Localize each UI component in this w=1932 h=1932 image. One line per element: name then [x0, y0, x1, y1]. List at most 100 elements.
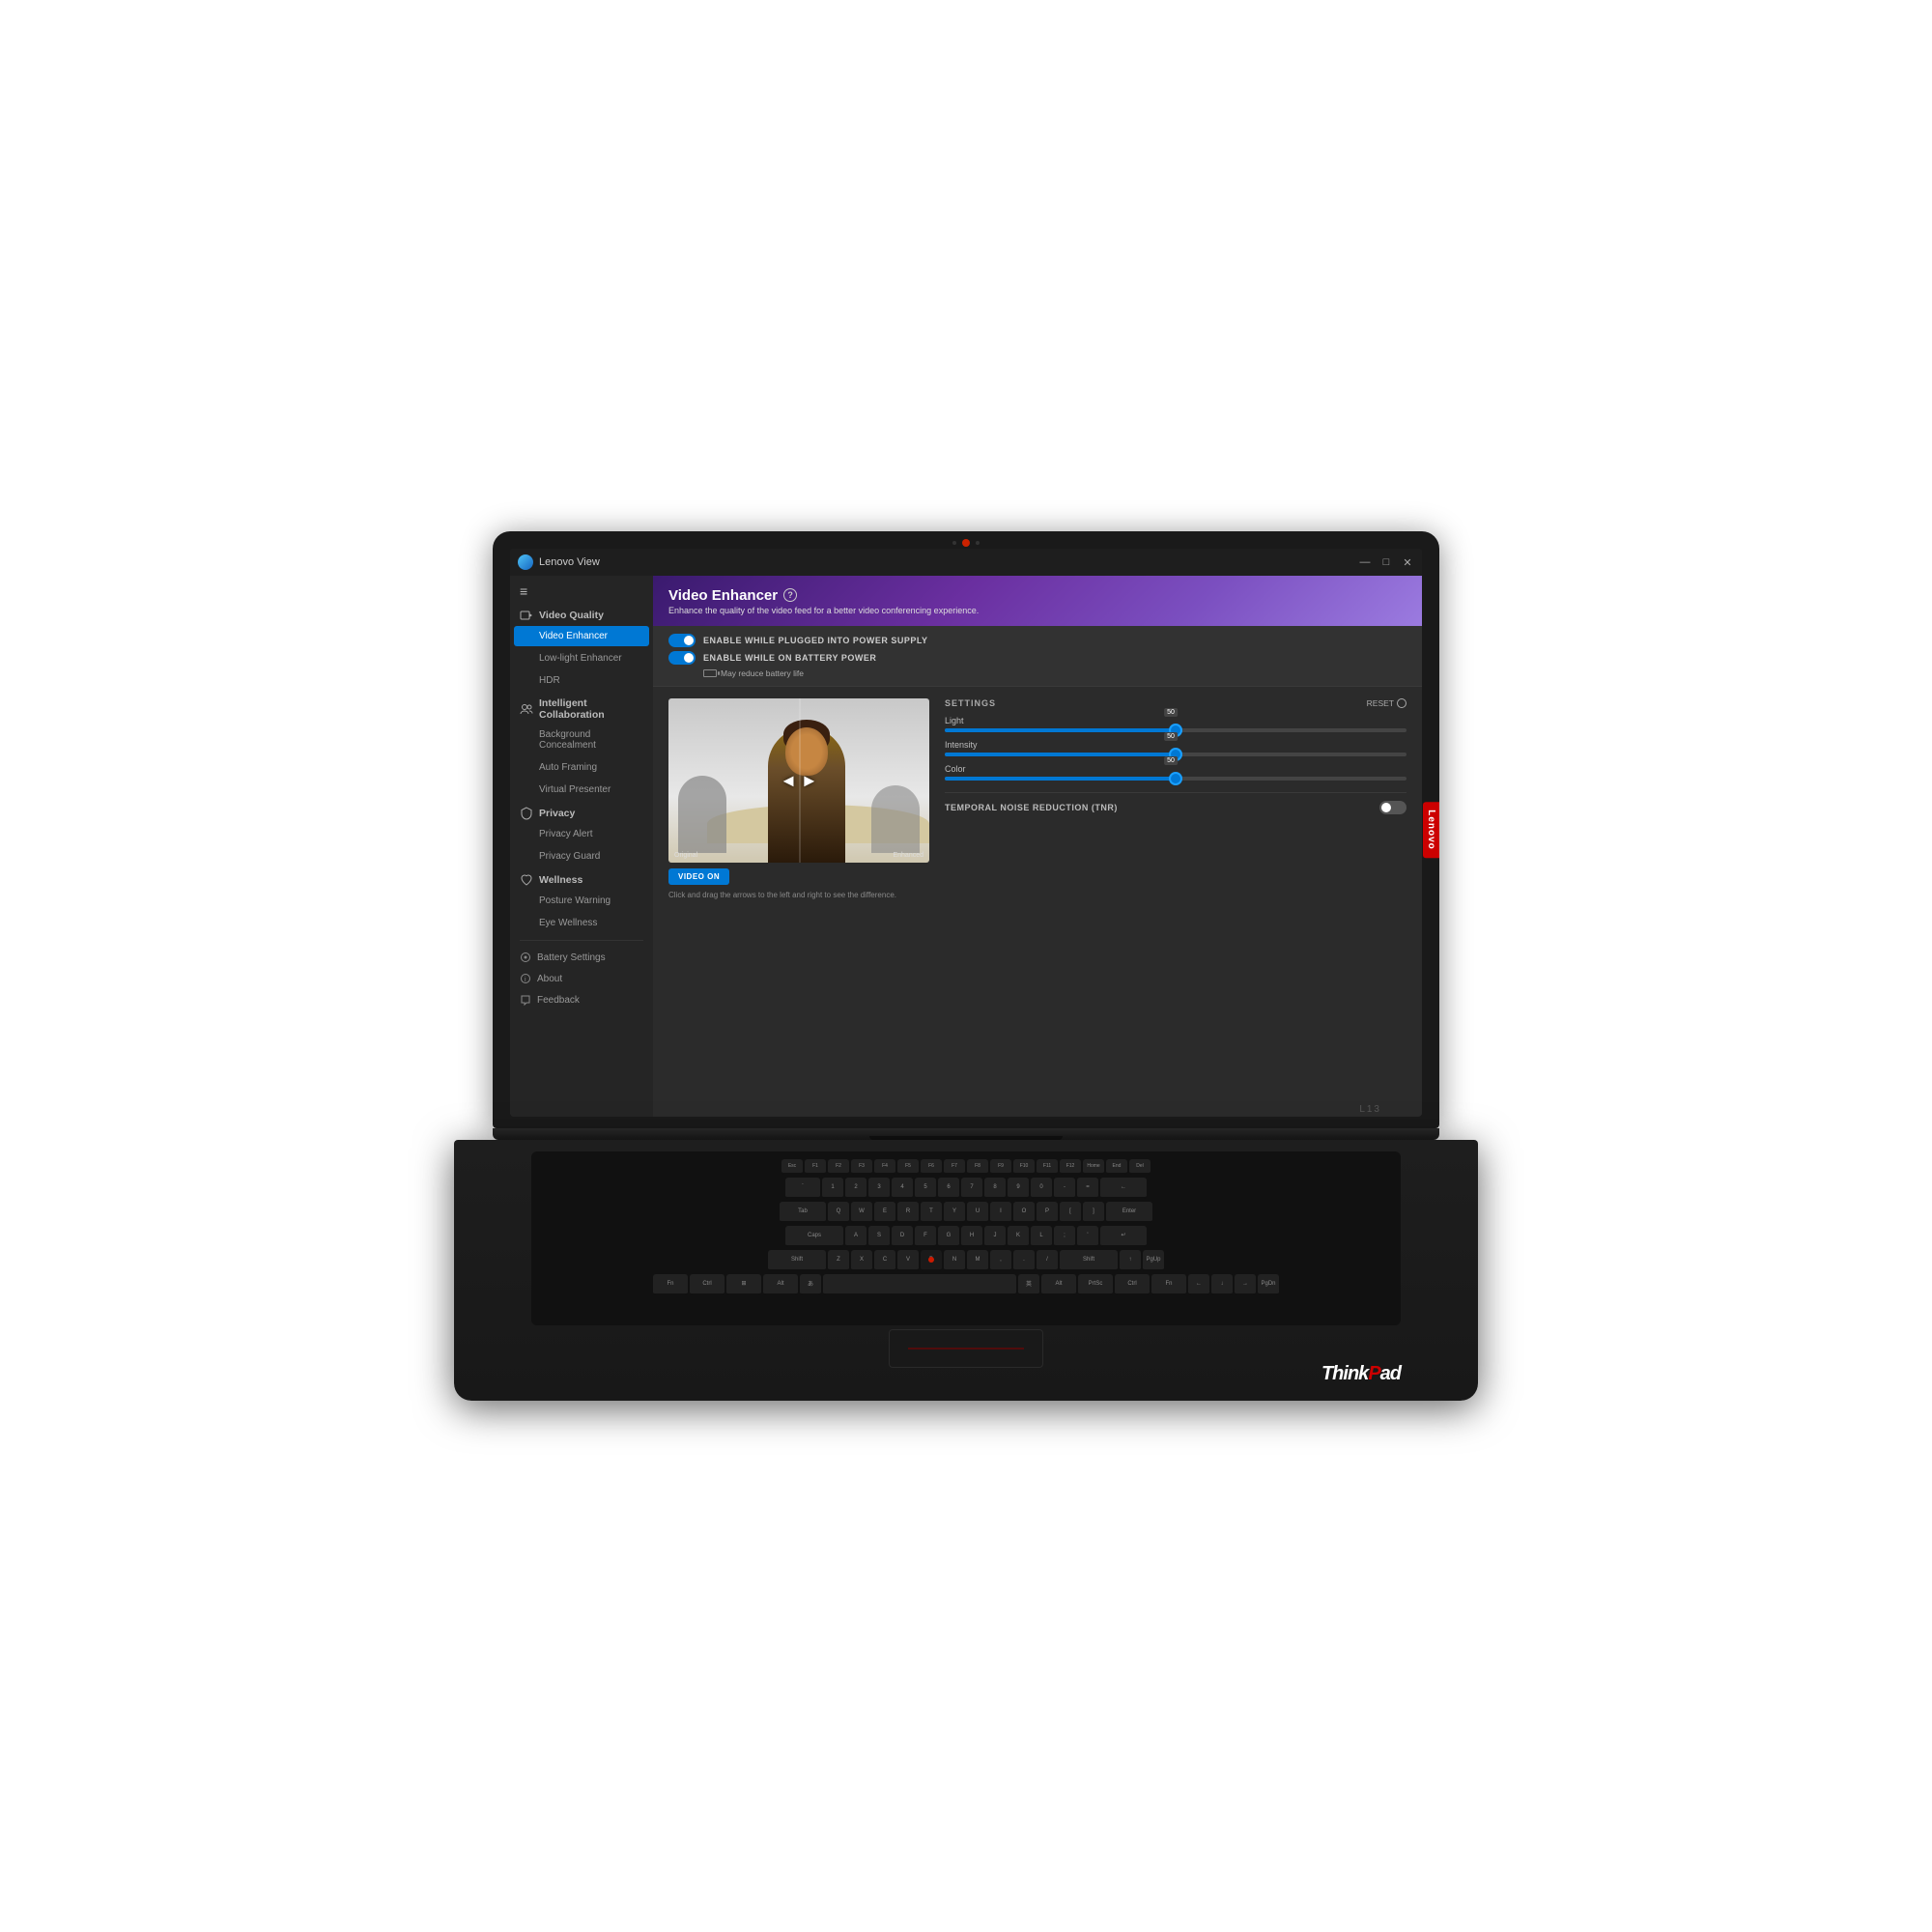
key-rbracket[interactable]: ] — [1083, 1202, 1104, 1223]
sidebar-section-video-quality[interactable]: Video Quality — [510, 603, 653, 625]
sidebar-item-background-concealment[interactable]: Background Concealment — [514, 724, 649, 755]
key-backtick[interactable]: ` — [785, 1178, 820, 1199]
key-k[interactable]: K — [1008, 1226, 1029, 1247]
key-pgdn[interactable]: PgDn — [1258, 1274, 1279, 1295]
trackpad[interactable] — [889, 1329, 1043, 1368]
key-e[interactable]: E — [874, 1202, 895, 1223]
sidebar-item-virtual-presenter[interactable]: Virtual Presenter — [514, 780, 649, 800]
key-z[interactable]: Z — [828, 1250, 849, 1271]
key-c[interactable]: C — [874, 1250, 895, 1271]
key-minus[interactable]: - — [1054, 1178, 1075, 1199]
key-backspace[interactable]: ← — [1100, 1178, 1147, 1199]
key-pgup[interactable]: PgUp — [1143, 1250, 1164, 1271]
key-f6[interactable]: F6 — [921, 1159, 942, 1175]
key-o[interactable]: O — [1013, 1202, 1035, 1223]
key-ctrl-l[interactable]: Ctrl — [690, 1274, 724, 1295]
key-5[interactable]: 5 — [915, 1178, 936, 1199]
key-m[interactable]: M — [967, 1250, 988, 1271]
key-f2[interactable]: F2 — [828, 1159, 849, 1175]
key-g[interactable]: G — [938, 1226, 959, 1247]
key-a[interactable]: A — [845, 1226, 867, 1247]
key-x[interactable]: X — [851, 1250, 872, 1271]
key-r[interactable]: R — [897, 1202, 919, 1223]
sidebar-item-privacy-alert[interactable]: Privacy Alert — [514, 824, 649, 844]
sidebar-item-eye-wellness[interactable]: Eye Wellness — [514, 913, 649, 933]
video-on-button[interactable]: VIDEO ON — [668, 868, 729, 885]
help-icon[interactable]: ? — [783, 588, 797, 602]
key-y[interactable]: Y — [944, 1202, 965, 1223]
key-4[interactable]: 4 — [892, 1178, 913, 1199]
sidebar-section-collab[interactable]: Intelligent Collaboration — [510, 692, 653, 724]
sidebar-item-posture-warning[interactable]: Posture Warning — [514, 891, 649, 911]
key-alt-l[interactable]: Alt — [763, 1274, 798, 1295]
key-j[interactable]: J — [984, 1226, 1006, 1247]
key-3[interactable]: 3 — [868, 1178, 890, 1199]
key-fn-r[interactable]: Fn — [1151, 1274, 1186, 1295]
arrow-left[interactable]: ◀ — [783, 773, 794, 789]
key-left[interactable]: ← — [1188, 1274, 1209, 1295]
key-8[interactable]: 8 — [984, 1178, 1006, 1199]
key-comma[interactable]: , — [990, 1250, 1011, 1271]
key-p[interactable]: P — [1037, 1202, 1058, 1223]
key-b-main[interactable]: B — [921, 1250, 942, 1271]
sidebar-section-privacy[interactable]: Privacy — [510, 801, 653, 823]
key-del[interactable]: Del — [1129, 1159, 1151, 1175]
key-f8[interactable]: F8 — [967, 1159, 988, 1175]
key-enter[interactable]: Enter — [1106, 1202, 1152, 1223]
key-f1[interactable]: F1 — [805, 1159, 826, 1175]
color-slider-thumb[interactable]: 50 — [1169, 772, 1182, 785]
key-equals[interactable]: = — [1077, 1178, 1098, 1199]
key-h[interactable]: H — [961, 1226, 982, 1247]
key-f11[interactable]: F11 — [1037, 1159, 1058, 1175]
key-quote[interactable]: ' — [1077, 1226, 1098, 1247]
key-f7[interactable]: F7 — [944, 1159, 965, 1175]
key-rshift[interactable]: Shift — [1060, 1250, 1118, 1271]
key-f9[interactable]: F9 — [990, 1159, 1011, 1175]
key-semicolon[interactable]: ; — [1054, 1226, 1075, 1247]
key-f10[interactable]: F10 — [1013, 1159, 1035, 1175]
close-button[interactable]: ✕ — [1401, 555, 1414, 569]
key-i[interactable]: I — [990, 1202, 1011, 1223]
key-alt-r[interactable]: Alt — [1041, 1274, 1076, 1295]
reset-button[interactable]: RESET — [1367, 698, 1406, 708]
key-q[interactable]: Q — [828, 1202, 849, 1223]
key-w[interactable]: W — [851, 1202, 872, 1223]
sidebar-item-video-enhancer[interactable]: Video Enhancer — [514, 626, 649, 646]
key-lbracket[interactable]: [ — [1060, 1202, 1081, 1223]
key-7[interactable]: 7 — [961, 1178, 982, 1199]
key-f12[interactable]: F12 — [1060, 1159, 1081, 1175]
arrow-right[interactable]: ▶ — [804, 773, 814, 789]
key-tab[interactable]: Tab — [780, 1202, 826, 1223]
battery-toggle[interactable] — [668, 651, 696, 665]
key-enter2[interactable]: ↵ — [1100, 1226, 1147, 1247]
key-n[interactable]: N — [944, 1250, 965, 1271]
key-d[interactable]: D — [892, 1226, 913, 1247]
sidebar-item-about[interactable]: i About — [510, 968, 653, 989]
key-capslock[interactable]: Caps — [785, 1226, 843, 1247]
sidebar-item-battery-settings[interactable]: Battery Settings — [510, 947, 653, 968]
plugged-toggle[interactable] — [668, 634, 696, 647]
key-ctrl-r[interactable]: Ctrl — [1115, 1274, 1150, 1295]
tnr-toggle[interactable] — [1379, 801, 1406, 814]
maximize-button[interactable]: □ — [1379, 555, 1393, 569]
key-f[interactable]: F — [915, 1226, 936, 1247]
key-prtsc[interactable]: PrtSc — [1078, 1274, 1113, 1295]
key-u[interactable]: U — [967, 1202, 988, 1223]
key-fn[interactable]: Fn — [653, 1274, 688, 1295]
key-9[interactable]: 9 — [1008, 1178, 1029, 1199]
key-f5[interactable]: F5 — [897, 1159, 919, 1175]
key-esc[interactable]: Esc — [781, 1159, 803, 1175]
sidebar-section-wellness[interactable]: Wellness — [510, 867, 653, 890]
key-0[interactable]: 0 — [1031, 1178, 1052, 1199]
key-slash[interactable]: / — [1037, 1250, 1058, 1271]
sidebar-item-low-light[interactable]: Low-light Enhancer — [514, 648, 649, 668]
sidebar-item-privacy-guard[interactable]: Privacy Guard — [514, 846, 649, 867]
key-f3[interactable]: F3 — [851, 1159, 872, 1175]
key-down[interactable]: ↓ — [1211, 1274, 1233, 1295]
minimize-button[interactable]: — — [1358, 555, 1372, 569]
key-v[interactable]: V — [897, 1250, 919, 1271]
sidebar-item-feedback[interactable]: Feedback — [510, 989, 653, 1010]
key-right[interactable]: → — [1235, 1274, 1256, 1295]
window-controls[interactable]: — □ ✕ — [1358, 555, 1414, 569]
key-2[interactable]: 2 — [845, 1178, 867, 1199]
